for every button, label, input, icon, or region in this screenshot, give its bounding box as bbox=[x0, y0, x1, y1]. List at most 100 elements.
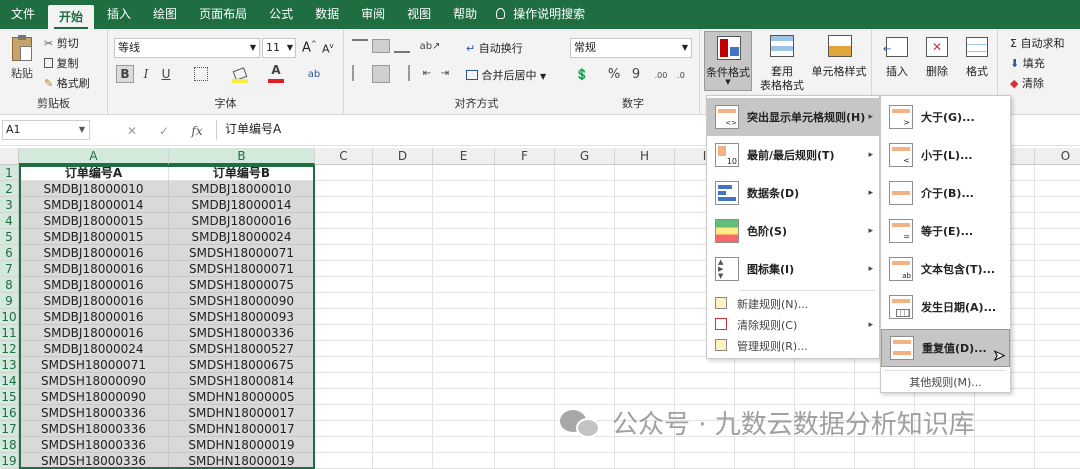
submenu-item-equal-to[interactable]: = 等于(E)... bbox=[881, 212, 1010, 250]
empty-cell[interactable] bbox=[615, 197, 675, 213]
grow-font-button[interactable]: A^ bbox=[302, 40, 317, 55]
empty-cell[interactable] bbox=[675, 389, 735, 405]
empty-cell[interactable] bbox=[735, 357, 795, 373]
empty-cell[interactable] bbox=[615, 165, 675, 181]
tab-data[interactable]: 数据 bbox=[304, 0, 350, 29]
format-painter-button[interactable]: ✎ 格式刷 bbox=[44, 75, 90, 91]
number-format-select[interactable]: 常规 ▼ bbox=[570, 38, 692, 58]
empty-cell[interactable] bbox=[615, 373, 675, 389]
cut-button[interactable]: ✂ 剪切 bbox=[44, 35, 79, 51]
row-header-3[interactable]: 3 bbox=[0, 197, 19, 213]
tab-draw[interactable]: 绘图 bbox=[142, 0, 188, 29]
empty-cell[interactable] bbox=[433, 389, 495, 405]
empty-cell[interactable] bbox=[433, 325, 495, 341]
empty-cell[interactable] bbox=[373, 309, 433, 325]
tab-file[interactable]: 文件 bbox=[0, 0, 46, 29]
empty-cell[interactable] bbox=[495, 389, 555, 405]
data-cell[interactable]: SMDHN18000017 bbox=[169, 421, 315, 437]
empty-cell[interactable] bbox=[495, 165, 555, 181]
data-cell[interactable]: SMDHN18000019 bbox=[169, 437, 315, 453]
empty-cell[interactable] bbox=[615, 293, 675, 309]
wrap-text-button[interactable]: ↵ 自动换行 bbox=[466, 40, 523, 56]
data-cell[interactable]: SMDHN18000017 bbox=[169, 405, 315, 421]
empty-cell[interactable] bbox=[495, 325, 555, 341]
empty-cell[interactable] bbox=[373, 373, 433, 389]
empty-cell[interactable] bbox=[615, 325, 675, 341]
empty-cell[interactable] bbox=[555, 197, 615, 213]
empty-cell[interactable] bbox=[795, 357, 855, 373]
empty-cell[interactable] bbox=[373, 421, 433, 437]
empty-cell[interactable] bbox=[615, 309, 675, 325]
empty-cell[interactable] bbox=[315, 357, 373, 373]
fill-button[interactable]: ⬇ 填充 bbox=[1010, 55, 1045, 71]
empty-cell[interactable] bbox=[433, 373, 495, 389]
empty-cell[interactable] bbox=[495, 373, 555, 389]
empty-cell[interactable] bbox=[975, 405, 1035, 421]
paste-button[interactable]: 粘贴 bbox=[8, 33, 36, 85]
row-header-9[interactable]: 9 bbox=[0, 293, 19, 309]
column-header-g[interactable]: G bbox=[555, 148, 615, 165]
data-cell[interactable]: SMDSH18000090 bbox=[169, 293, 315, 309]
tab-help[interactable]: 帮助 bbox=[442, 0, 488, 29]
italic-button[interactable]: I bbox=[138, 65, 154, 83]
empty-cell[interactable] bbox=[735, 373, 795, 389]
cancel-icon[interactable]: ✕ bbox=[124, 122, 140, 140]
font-size-select[interactable]: 11 ▼ bbox=[262, 38, 296, 58]
select-all-corner[interactable] bbox=[0, 148, 19, 165]
enter-icon[interactable]: ✓ bbox=[156, 122, 172, 140]
empty-cell[interactable] bbox=[555, 373, 615, 389]
empty-cell[interactable] bbox=[315, 277, 373, 293]
data-cell[interactable]: SMDBJ18000016 bbox=[19, 309, 169, 325]
empty-cell[interactable] bbox=[315, 325, 373, 341]
empty-cell[interactable] bbox=[373, 261, 433, 277]
empty-cell[interactable] bbox=[433, 293, 495, 309]
data-cell[interactable]: SMDBJ18000016 bbox=[19, 245, 169, 261]
data-cell[interactable]: SMDBJ18000016 bbox=[19, 261, 169, 277]
column-header-o[interactable]: O bbox=[1035, 148, 1080, 165]
empty-cell[interactable] bbox=[555, 181, 615, 197]
menu-item-top-bottom-rules[interactable]: 10 最前/最后规则(T) ▸ bbox=[707, 136, 879, 174]
empty-cell[interactable] bbox=[1035, 293, 1080, 309]
align-right-icon[interactable] bbox=[394, 65, 410, 81]
font-color-icon[interactable]: A bbox=[268, 63, 284, 83]
data-cell[interactable]: SMDHN18000005 bbox=[169, 389, 315, 405]
empty-cell[interactable] bbox=[1035, 229, 1080, 245]
empty-cell[interactable] bbox=[1035, 261, 1080, 277]
fill-color-icon[interactable] bbox=[232, 65, 248, 83]
empty-cell[interactable] bbox=[373, 405, 433, 421]
empty-cell[interactable] bbox=[495, 277, 555, 293]
empty-cell[interactable] bbox=[615, 181, 675, 197]
row-header-13[interactable]: 13 bbox=[0, 357, 19, 373]
data-cell[interactable]: SMDBJ18000014 bbox=[169, 197, 315, 213]
menu-item-icon-sets[interactable]: ▲ ▶ ▼ 图标集(I) ▸ bbox=[707, 250, 879, 288]
empty-cell[interactable] bbox=[315, 165, 373, 181]
empty-cell[interactable] bbox=[495, 181, 555, 197]
data-cell[interactable]: SMDBJ18000016 bbox=[19, 277, 169, 293]
empty-cell[interactable] bbox=[315, 181, 373, 197]
row-header-15[interactable]: 15 bbox=[0, 389, 19, 405]
empty-cell[interactable] bbox=[433, 341, 495, 357]
copy-button[interactable]: 复制 bbox=[44, 55, 79, 71]
empty-cell[interactable] bbox=[315, 261, 373, 277]
decrease-decimal-icon[interactable]: .0 bbox=[672, 67, 690, 83]
empty-cell[interactable] bbox=[1035, 437, 1080, 453]
empty-cell[interactable] bbox=[615, 389, 675, 405]
delete-cells-button[interactable]: ✕ 删除 bbox=[918, 31, 956, 91]
empty-cell[interactable] bbox=[975, 437, 1035, 453]
empty-cell[interactable] bbox=[1035, 373, 1080, 389]
empty-cell[interactable] bbox=[495, 293, 555, 309]
empty-cell[interactable] bbox=[1035, 341, 1080, 357]
column-header-h[interactable]: H bbox=[615, 148, 675, 165]
empty-cell[interactable] bbox=[555, 389, 615, 405]
empty-cell[interactable] bbox=[495, 405, 555, 421]
empty-cell[interactable] bbox=[433, 229, 495, 245]
data-cell[interactable]: SMDSH18000093 bbox=[169, 309, 315, 325]
autosum-button[interactable]: Σ 自动求和 bbox=[1010, 35, 1064, 51]
empty-cell[interactable] bbox=[1035, 181, 1080, 197]
empty-cell[interactable] bbox=[315, 405, 373, 421]
empty-cell[interactable] bbox=[373, 357, 433, 373]
shrink-font-button[interactable]: Av bbox=[322, 42, 334, 56]
empty-cell[interactable] bbox=[315, 373, 373, 389]
tell-me-search[interactable]: 操作说明搜索 bbox=[488, 0, 596, 29]
empty-cell[interactable] bbox=[315, 213, 373, 229]
